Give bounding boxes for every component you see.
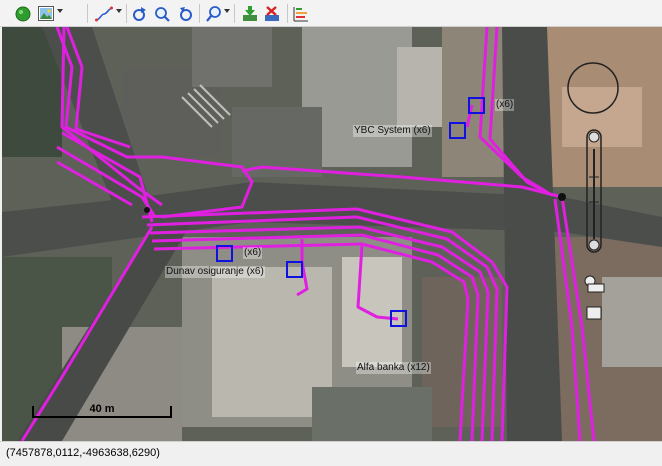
aerial-imagery [2,27,662,441]
download-icon [243,5,257,21]
route-button[interactable] [94,3,114,24]
toolbar-separator [234,4,235,23]
zoom-area-button[interactable] [153,3,171,24]
download-button[interactable] [241,3,259,24]
layer-button[interactable] [14,3,32,24]
scale-bar-label: 40 m [89,403,115,415]
scale-bar: 40 m [32,403,172,418]
poi-label-alfa: Alfa banka (x12) [356,362,431,374]
chevron-down-icon[interactable] [224,9,230,13]
map-view[interactable]: (x6) YBC System (x6) (x6) Dunav osiguran… [2,27,662,441]
toolbar-separator [126,4,127,23]
poi-label-ybc: YBC System (x6) [353,125,432,137]
poi-label-dunav: Dunav osiguranje (x6) [165,266,265,278]
delete-icon [265,5,279,21]
pan-refresh-icon [180,6,192,21]
coordinate-readout: (7457878,0112,-4963638,6290) [6,447,160,459]
refresh-icon [133,6,146,21]
refresh-button[interactable] [131,3,149,24]
toolbar-separator [199,4,200,23]
toolbar-separator [87,4,88,23]
chevron-down-icon[interactable] [57,9,63,13]
toolbar-separator [287,4,288,23]
chevron-down-icon[interactable] [116,9,122,13]
route-icon [95,6,113,21]
map-application-window: (x6) YBC System (x6) (x6) Dunav osiguran… [0,0,662,466]
pan-refresh-button[interactable] [177,3,195,24]
chart-icon [293,6,308,21]
status-bar: (7457878,0112,-4963638,6290) [0,441,662,466]
poi-label-dunav-count: (x6) [243,247,263,259]
zoom-icon [206,5,221,22]
layer-icon [15,6,31,21]
chart-button[interactable] [292,3,310,24]
delete-button[interactable] [263,3,281,24]
zoom-area-icon [155,6,170,22]
image-layer-icon [38,6,54,21]
poi-label-ybc-count: (x6) [495,99,515,111]
zoom-button[interactable] [205,3,223,24]
toolbar [0,0,662,27]
image-layer-button[interactable] [37,3,55,24]
